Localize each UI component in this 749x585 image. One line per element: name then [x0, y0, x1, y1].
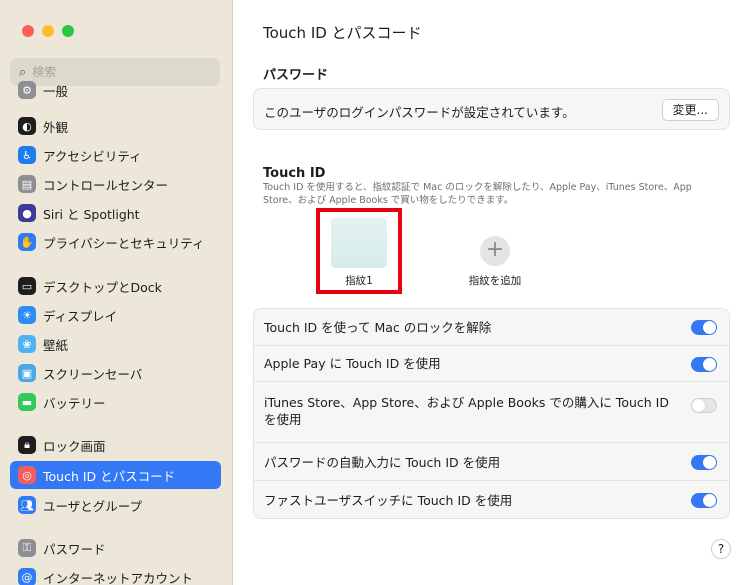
- fingerprint-icon: ◎: [18, 466, 36, 484]
- option-label: Touch ID を使って Mac のロックを解除: [264, 320, 492, 335]
- sidebar-item-label: 一般: [43, 83, 69, 99]
- sidebar-item-label: Siri と Spotlight: [43, 206, 140, 222]
- sidebar-item-label: ユーザとグループ: [43, 498, 143, 514]
- minimize-window-button[interactable]: [42, 25, 54, 37]
- sidebar-item-label: ディスプレイ: [43, 308, 118, 324]
- at-sign-icon: @: [18, 568, 36, 585]
- sidebar-item-label: 壁紙: [43, 337, 69, 353]
- sidebar-item-label: デスクトップとDock: [43, 279, 162, 295]
- sidebar-item-screensaver[interactable]: ▣ スクリーンセーバ: [10, 359, 221, 387]
- fast-user-switching-toggle[interactable]: [691, 493, 717, 508]
- sidebar-item-appearance[interactable]: ◐ 外観: [10, 112, 221, 140]
- desktop-dock-icon: ▭: [18, 277, 36, 295]
- sidebar-item-touch-id-passcode[interactable]: ◎ Touch ID とパスコード: [10, 461, 221, 489]
- password-status: このユーザのログインパスワードが設定されています。: [264, 105, 575, 120]
- sidebar-item-desktop-dock[interactable]: ▭ デスクトップとDock: [10, 272, 221, 300]
- privacy-hand-icon: ✋: [18, 233, 36, 251]
- sidebar-item-label: コントロールセンター: [43, 177, 169, 193]
- sidebar-item-label: Touch ID とパスコード: [43, 468, 176, 484]
- users-icon: 👥︎: [18, 496, 36, 514]
- option-row-unlock-mac: Touch ID を使って Mac のロックを解除: [254, 309, 729, 346]
- accessibility-icon: ♿: [18, 146, 36, 164]
- password-section-title: パスワード: [263, 68, 329, 83]
- option-label: ファストユーザスイッチに Touch ID を使用: [264, 493, 513, 508]
- close-window-button[interactable]: [22, 25, 34, 37]
- sidebar: ⌕ ⚙ 一般 ◐ 外観 ♿ アクセシビリティ ▤ コントロールセンター ● Si…: [0, 0, 233, 585]
- sidebar-item-privacy-security[interactable]: ✋ プライバシーとセキュリティ: [10, 228, 221, 256]
- zoom-window-button[interactable]: [62, 25, 74, 37]
- appearance-icon: ◐: [18, 117, 36, 135]
- sidebar-item-users-groups[interactable]: 👥︎ ユーザとグループ: [10, 491, 221, 519]
- sidebar-item-label: バッテリー: [43, 395, 106, 411]
- apple-pay-toggle[interactable]: [691, 357, 717, 372]
- wallpaper-icon: ❀: [18, 335, 36, 353]
- add-fingerprint-button[interactable]: +: [480, 236, 510, 266]
- annotation-highlight-box: [316, 208, 402, 294]
- option-row-password-autofill: パスワードの自動入力に Touch ID を使用: [254, 443, 729, 481]
- help-button[interactable]: ?: [711, 539, 731, 559]
- main-panel: Touch ID とパスコード パスワード このユーザのログインパスワードが設定…: [233, 0, 749, 585]
- sidebar-item-internet-accounts[interactable]: @ インターネットアカウント: [10, 563, 221, 585]
- option-row-apple-pay: Apple Pay に Touch ID を使用: [254, 346, 729, 382]
- sidebar-item-siri-spotlight[interactable]: ● Siri と Spotlight: [10, 199, 221, 227]
- password-autofill-toggle[interactable]: [691, 455, 717, 470]
- store-purchases-toggle[interactable]: [691, 398, 717, 413]
- siri-icon: ●: [18, 204, 36, 222]
- sidebar-item-label: スクリーンセーバ: [43, 366, 143, 382]
- sidebar-item-label: アクセシビリティ: [43, 148, 142, 164]
- toggle-knob: [703, 494, 716, 507]
- window-controls: [22, 25, 74, 37]
- toggle-knob: [703, 456, 716, 469]
- toggle-knob: [703, 321, 716, 334]
- touch-id-section-title: Touch ID: [263, 166, 326, 181]
- key-icon: ⚿: [18, 539, 36, 557]
- sidebar-item-battery[interactable]: ▬ バッテリー: [10, 388, 221, 416]
- change-password-button[interactable]: 変更...: [661, 99, 719, 121]
- gear-icon: ⚙: [18, 81, 36, 99]
- touch-id-description: Touch ID を使用すると、指紋認証で Mac のロックを解除したり、App…: [263, 182, 692, 206]
- sidebar-item-lock-screen[interactable]: 🔒︎ ロック画面: [10, 431, 221, 459]
- lock-icon: 🔒︎: [18, 436, 36, 454]
- sidebar-item-general[interactable]: ⚙ 一般: [10, 76, 221, 104]
- option-label: Apple Pay に Touch ID を使用: [264, 356, 441, 371]
- sidebar-item-passwords[interactable]: ⚿ パスワード: [10, 534, 221, 562]
- sidebar-item-label: 外観: [43, 119, 69, 135]
- page-title: Touch ID とパスコード: [263, 24, 422, 42]
- display-icon: ☀: [18, 306, 36, 324]
- sidebar-item-display[interactable]: ☀ ディスプレイ: [10, 301, 221, 329]
- sidebar-item-accessibility[interactable]: ♿ アクセシビリティ: [10, 141, 221, 169]
- password-card: このユーザのログインパスワードが設定されています。 変更...: [253, 88, 730, 130]
- sidebar-item-control-center[interactable]: ▤ コントロールセンター: [10, 170, 221, 198]
- touch-id-options: Touch ID を使って Mac のロックを解除 Apple Pay に To…: [253, 308, 730, 519]
- control-center-icon: ▤: [18, 175, 36, 193]
- sidebar-item-label: ロック画面: [43, 438, 106, 454]
- option-row-fast-user-switching: ファストユーザスイッチに Touch ID を使用: [254, 481, 729, 519]
- add-fingerprint-label: 指紋を追加: [468, 275, 522, 287]
- sidebar-item-wallpaper[interactable]: ❀ 壁紙: [10, 330, 221, 358]
- toggle-knob: [703, 358, 716, 371]
- option-row-store-purchases: iTunes Store、App Store、および Apple Books で…: [254, 382, 729, 443]
- toggle-knob: [692, 399, 705, 412]
- sidebar-item-label: インターネットアカウント: [43, 570, 194, 585]
- screensaver-icon: ▣: [18, 364, 36, 382]
- sidebar-item-label: パスワード: [43, 541, 106, 557]
- battery-icon: ▬: [18, 393, 36, 411]
- option-label: iTunes Store、App Store、および Apple Books で…: [264, 395, 669, 427]
- option-label: パスワードの自動入力に Touch ID を使用: [264, 455, 501, 470]
- unlock-mac-toggle[interactable]: [691, 320, 717, 335]
- sidebar-item-label: プライバシーとセキュリティ: [43, 235, 205, 251]
